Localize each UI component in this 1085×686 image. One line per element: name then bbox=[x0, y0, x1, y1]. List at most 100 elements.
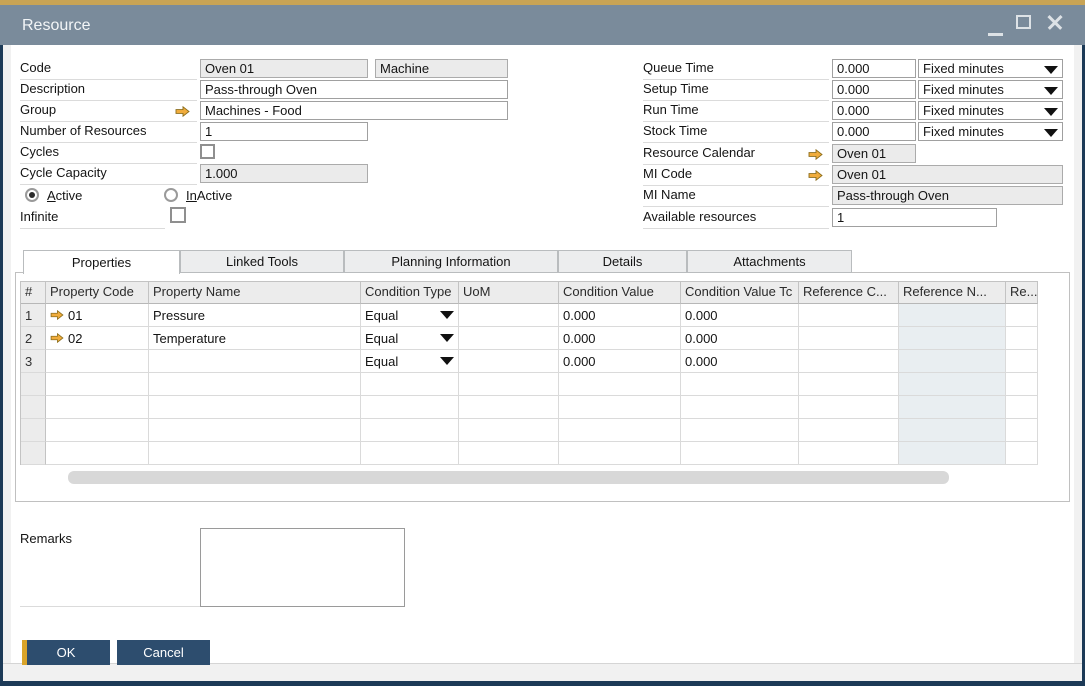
uom-cell[interactable] bbox=[459, 373, 559, 396]
titlebar[interactable]: Resource bbox=[0, 5, 1085, 45]
name-cell[interactable] bbox=[149, 442, 361, 465]
reference-n-cell[interactable] bbox=[899, 304, 1006, 327]
condition-value-cell[interactable]: 0.000 bbox=[559, 327, 681, 350]
group-link-arrow-icon[interactable] bbox=[175, 104, 190, 115]
horizontal-scrollbar-thumb[interactable] bbox=[68, 471, 949, 484]
reference-n-cell[interactable] bbox=[899, 419, 1006, 442]
inactive-radio-label[interactable]: InActive bbox=[186, 188, 232, 203]
condition-value-cell[interactable] bbox=[559, 442, 681, 465]
property-code-cell[interactable] bbox=[46, 373, 149, 396]
code-field[interactable] bbox=[200, 59, 368, 78]
condition-value-to-cell[interactable] bbox=[681, 396, 799, 419]
condition-type-cell[interactable]: Equal bbox=[361, 350, 459, 373]
condition-type-cell[interactable] bbox=[361, 396, 459, 419]
uom-cell[interactable] bbox=[459, 419, 559, 442]
re-cell[interactable] bbox=[1006, 327, 1038, 350]
condition-value-to-cell[interactable] bbox=[681, 373, 799, 396]
condition-value-cell[interactable]: 0.000 bbox=[559, 304, 681, 327]
uom-cell[interactable] bbox=[459, 350, 559, 373]
queue-time-field[interactable] bbox=[832, 59, 916, 78]
condition-value-to-cell[interactable]: 0.000 bbox=[681, 304, 799, 327]
active-radio[interactable] bbox=[25, 188, 39, 202]
property-code-cell[interactable] bbox=[46, 419, 149, 442]
condition-value-cell[interactable] bbox=[559, 373, 681, 396]
property-code-cell[interactable] bbox=[46, 442, 149, 465]
condition-value-cell[interactable] bbox=[559, 419, 681, 442]
condition-value-cell[interactable] bbox=[559, 396, 681, 419]
mi-code-link-arrow-icon[interactable] bbox=[808, 168, 823, 179]
tab-details[interactable]: Details bbox=[558, 250, 687, 273]
re-cell[interactable] bbox=[1006, 396, 1038, 419]
description-field[interactable] bbox=[200, 80, 508, 99]
cancel-button[interactable]: Cancel bbox=[117, 640, 210, 665]
cycle-capacity-field[interactable] bbox=[200, 164, 368, 183]
group-field[interactable] bbox=[200, 101, 508, 120]
tab-attachments[interactable]: Attachments bbox=[687, 250, 852, 273]
reference-c-cell[interactable] bbox=[799, 327, 899, 350]
link-arrow-icon[interactable] bbox=[50, 308, 64, 323]
name-cell[interactable] bbox=[149, 419, 361, 442]
reference-n-cell[interactable] bbox=[899, 350, 1006, 373]
reference-n-cell[interactable] bbox=[899, 396, 1006, 419]
condition-type-cell[interactable]: Equal bbox=[361, 327, 459, 350]
condition-type-cell[interactable] bbox=[361, 442, 459, 465]
re-cell[interactable] bbox=[1006, 304, 1038, 327]
mi-code-field[interactable] bbox=[832, 165, 1063, 184]
resource-calendar-field[interactable] bbox=[832, 144, 916, 163]
reference-c-cell[interactable] bbox=[799, 396, 899, 419]
minimize-icon[interactable] bbox=[988, 33, 1003, 36]
condition-value-to-cell[interactable]: 0.000 bbox=[681, 327, 799, 350]
condition-value-to-cell[interactable] bbox=[681, 419, 799, 442]
uom-cell[interactable] bbox=[459, 442, 559, 465]
re-cell[interactable] bbox=[1006, 350, 1038, 373]
resource-calendar-link-arrow-icon[interactable] bbox=[808, 147, 823, 158]
condition-type-cell[interactable] bbox=[361, 419, 459, 442]
close-icon[interactable] bbox=[1047, 14, 1063, 30]
name-cell[interactable] bbox=[149, 350, 361, 373]
cycles-checkbox[interactable] bbox=[200, 144, 215, 159]
queue-time-unit-select[interactable]: Fixed minutes bbox=[918, 59, 1063, 78]
stock-time-unit-select[interactable]: Fixed minutes bbox=[918, 122, 1063, 141]
condition-value-cell[interactable]: 0.000 bbox=[559, 350, 681, 373]
link-arrow-icon[interactable] bbox=[50, 331, 64, 346]
resource-type-field[interactable] bbox=[375, 59, 508, 78]
stock-time-field[interactable] bbox=[832, 122, 916, 141]
reference-n-cell[interactable] bbox=[899, 373, 1006, 396]
tab-planning-information[interactable]: Planning Information bbox=[344, 250, 558, 273]
run-time-unit-select[interactable]: Fixed minutes bbox=[918, 101, 1063, 120]
reference-c-cell[interactable] bbox=[799, 419, 899, 442]
re-cell[interactable] bbox=[1006, 419, 1038, 442]
ok-button[interactable]: OK bbox=[22, 640, 110, 665]
property-code-cell[interactable] bbox=[46, 396, 149, 419]
uom-cell[interactable] bbox=[459, 327, 559, 350]
property-code-cell[interactable]: 01 bbox=[46, 304, 149, 327]
available-resources-field[interactable] bbox=[832, 208, 997, 227]
reference-c-cell[interactable] bbox=[799, 350, 899, 373]
setup-time-field[interactable] bbox=[832, 80, 916, 99]
name-cell[interactable]: Temperature bbox=[149, 327, 361, 350]
name-cell[interactable] bbox=[149, 396, 361, 419]
reference-c-cell[interactable] bbox=[799, 442, 899, 465]
condition-type-cell[interactable] bbox=[361, 373, 459, 396]
uom-cell[interactable] bbox=[459, 396, 559, 419]
property-code-cell[interactable] bbox=[46, 350, 149, 373]
condition-type-cell[interactable]: Equal bbox=[361, 304, 459, 327]
run-time-field[interactable] bbox=[832, 101, 916, 120]
condition-value-to-cell[interactable]: 0.000 bbox=[681, 350, 799, 373]
setup-time-unit-select[interactable]: Fixed minutes bbox=[918, 80, 1063, 99]
reference-n-cell[interactable] bbox=[899, 327, 1006, 350]
property-code-cell[interactable]: 02 bbox=[46, 327, 149, 350]
active-radio-label[interactable]: Active bbox=[47, 188, 82, 203]
mi-name-field[interactable] bbox=[832, 186, 1063, 205]
inactive-radio[interactable] bbox=[164, 188, 178, 202]
reference-c-cell[interactable] bbox=[799, 304, 899, 327]
reference-n-cell[interactable] bbox=[899, 442, 1006, 465]
re-cell[interactable] bbox=[1006, 442, 1038, 465]
name-cell[interactable]: Pressure bbox=[149, 304, 361, 327]
re-cell[interactable] bbox=[1006, 373, 1038, 396]
name-cell[interactable] bbox=[149, 373, 361, 396]
tab-linked-tools[interactable]: Linked Tools bbox=[180, 250, 344, 273]
number-of-resources-field[interactable] bbox=[200, 122, 368, 141]
maximize-icon[interactable] bbox=[1016, 15, 1031, 29]
reference-c-cell[interactable] bbox=[799, 373, 899, 396]
